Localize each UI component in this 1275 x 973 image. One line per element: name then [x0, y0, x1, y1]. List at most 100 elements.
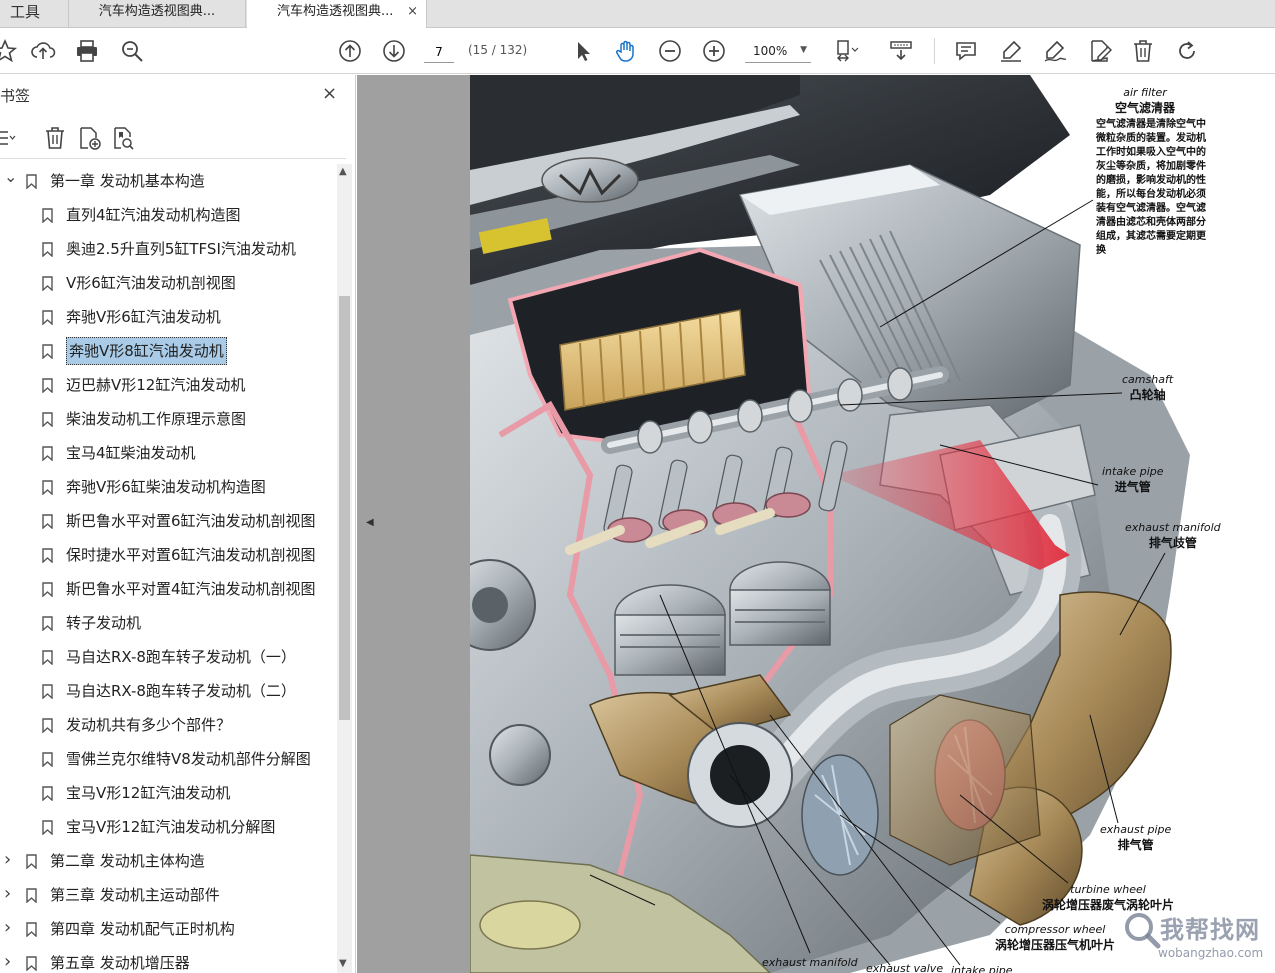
bookmark-item[interactable]: 宝马V形12缸汽油发动机分解图	[0, 812, 334, 842]
bookmark-options-icon[interactable]	[0, 125, 16, 151]
bookmark-chapter[interactable]: › 第二章 发动机主体构造	[0, 846, 334, 876]
upload-icon[interactable]	[30, 38, 56, 64]
annotation-exhaust-pipe: exhaust pipe 排气管	[1100, 823, 1171, 853]
tab-document-1[interactable]: 汽车构造透视图典...	[68, 0, 246, 28]
bookmark-label: 奔驰V形6缸柴油发动机构造图	[66, 478, 266, 496]
comment-icon[interactable]	[953, 38, 979, 64]
bookmark-chapter[interactable]: › 第三章 发动机主运动部件	[0, 880, 334, 910]
scroll-up-arrow-icon[interactable]: ▲	[339, 166, 347, 177]
tab-document-2-active[interactable]: 汽车构造透视图典... ×	[247, 0, 427, 29]
air-filter-description: 空气滤清器是清除空气中微粒杂质的装置。发动机工作时如果吸入空气中的灰尘等杂质，将…	[1096, 119, 1206, 256]
page-down-icon[interactable]	[381, 38, 407, 64]
bookmark-item[interactable]: 斯巴鲁水平对置6缸汽油发动机剖视图	[0, 506, 334, 536]
pdf-page: air filter 空气滤清器 空气滤清器是清除空气中微粒杂质的装置。发动机工…	[470, 75, 1275, 973]
document-viewport[interactable]: ◀ air filter 空气滤清器 空气滤清器是清除空气中微粒杂质的装置。发动…	[357, 75, 1275, 973]
bookmark-item[interactable]: 迈巴赫V形12缸汽油发动机	[0, 370, 334, 400]
annotation-exhaust-manifold-zh: 排气歧管	[1148, 536, 1197, 550]
bookmark-item[interactable]: 马自达RX-8跑车转子发动机（二）	[0, 676, 334, 706]
bookmark-item[interactable]: V形6缸汽油发动机剖视图	[0, 268, 334, 298]
bookmark-label: 奔驰V形6缸汽油发动机	[66, 308, 221, 326]
zoom-in-icon[interactable]	[701, 38, 727, 64]
bookmark-ribbon-icon	[26, 888, 37, 903]
panel-close-icon[interactable]: ×	[322, 83, 337, 104]
bookmark-item[interactable]: 奔驰V形6缸柴油发动机构造图	[0, 472, 334, 502]
rotate-icon[interactable]	[1174, 38, 1200, 64]
bookmark-item[interactable]: 奔驰V形8缸汽油发动机	[0, 336, 334, 366]
bookmark-ribbon-icon	[42, 378, 53, 393]
bookmark-item[interactable]: 宝马4缸柴油发动机	[0, 438, 334, 468]
select-arrow-icon[interactable]	[570, 38, 596, 64]
bookmark-label: 奔驰V形8缸汽油发动机	[66, 337, 227, 365]
zoom-select[interactable]: 100% ▼	[745, 41, 811, 63]
annotation-intake-pipe-bottom: intake pipe	[951, 964, 1013, 973]
bookmark-ribbon-icon	[42, 310, 53, 325]
scroll-down-arrow-icon[interactable]: ▼	[339, 958, 347, 969]
bookmark-item[interactable]: 发动机共有多少个部件？	[0, 710, 334, 740]
bookmark-ribbon-icon	[42, 242, 53, 257]
bookmark-item[interactable]: 宝马V形12缸汽油发动机	[0, 778, 334, 808]
delete-icon[interactable]	[1130, 38, 1156, 64]
page-up-icon[interactable]	[337, 38, 363, 64]
print-icon[interactable]	[74, 38, 100, 64]
bookmark-item[interactable]: 奥迪2.5升直列5缸TFSI汽油发动机	[0, 234, 334, 264]
tab-tools[interactable]: 工具	[0, 0, 66, 28]
bookmark-item[interactable]: 直列4缸汽油发动机构造图	[0, 200, 334, 230]
bookmark-ribbon-icon	[42, 786, 53, 801]
bookmark-ribbon-icon	[42, 684, 53, 699]
bookmark-item[interactable]: 马自达RX-8跑车转子发动机（一）	[0, 642, 334, 672]
bookmark-label: 迈巴赫V形12缸汽油发动机	[66, 376, 246, 394]
annotation-compressor-wheel: compressor wheel 涡轮增压器压气机叶片	[995, 923, 1115, 953]
scroll-mode-icon[interactable]	[888, 38, 914, 64]
annotation-exhaust-valve-en: exhaust valve	[866, 962, 944, 973]
page-fit-icon[interactable]	[833, 38, 859, 64]
tab-bar: 工具 汽车构造透视图典... 汽车构造透视图典... ×	[0, 0, 1275, 29]
bookmark-search-icon[interactable]	[110, 125, 136, 151]
bookmark-label: 宝马4缸柴油发动机	[66, 444, 196, 462]
edit-icon[interactable]	[1086, 38, 1113, 64]
chevron-right-icon[interactable]: ›	[4, 845, 16, 875]
zoom-out-icon[interactable]	[657, 38, 683, 64]
bookmark-chapter[interactable]: › 第四章 发动机配气正时机构	[0, 914, 334, 944]
bookmark-label: 保时捷水平对置6缸汽油发动机剖视图	[66, 546, 316, 564]
scrollbar-thumb[interactable]	[339, 296, 350, 720]
annotation-exhaust-pipe-zh: 排气管	[1117, 838, 1154, 852]
toolbar-separator	[934, 38, 935, 64]
sign-icon[interactable]	[1042, 38, 1068, 64]
bookmark-item[interactable]: 转子发动机	[0, 608, 334, 638]
tab-close-icon[interactable]: ×	[407, 0, 418, 24]
bookmark-ribbon-icon	[26, 174, 37, 189]
bookmark-item[interactable]: 雪佛兰克尔维特V8发动机部件分解图	[0, 744, 334, 774]
bookmark-ribbon-icon	[26, 922, 37, 937]
bookmark-chapter[interactable]: ⌄ 第一章 发动机基本构造	[0, 166, 334, 196]
annotation-exhaust-valve: exhaust valve	[866, 962, 943, 973]
bookmark-ribbon-icon	[26, 956, 37, 971]
hand-icon[interactable]	[613, 38, 639, 64]
bookmark-ribbon-icon	[42, 514, 53, 529]
bookmark-item[interactable]: 保时捷水平对置6缸汽油发动机剖视图	[0, 540, 334, 570]
delete-bookmark-icon[interactable]	[42, 125, 68, 151]
bookmark-ribbon-icon	[42, 582, 53, 597]
bookmark-scrollbar[interactable]: ▲ ▼	[337, 164, 352, 973]
bookmark-item[interactable]: 奔驰V形6缸汽油发动机	[0, 302, 334, 332]
chevron-right-icon[interactable]: ›	[4, 879, 16, 909]
bookmark-label: 第一章 发动机基本构造	[50, 172, 205, 190]
zoom-search-icon[interactable]	[119, 38, 145, 64]
bookmark-item[interactable]: 斯巴鲁水平对置4缸汽油发动机剖视图	[0, 574, 334, 604]
chevron-down-icon[interactable]: ⌄	[4, 164, 17, 192]
page-number-input[interactable]	[424, 41, 454, 63]
annotation-camshaft: camshaft 凸轮轴	[1122, 373, 1173, 403]
highlight-icon[interactable]	[998, 38, 1024, 64]
watermark-url: wobangzhao.com	[1158, 946, 1264, 960]
bookmark-ribbon-icon	[42, 616, 53, 631]
collapse-panel-icon[interactable]: ◀	[366, 517, 374, 528]
annotation-air-filter: air filter 空气滤清器	[1115, 86, 1175, 116]
star-icon[interactable]	[0, 38, 18, 64]
chevron-right-icon[interactable]: ›	[4, 947, 16, 973]
annotation-compressor-wheel-en: compressor wheel	[1004, 923, 1106, 936]
bookmark-chapter[interactable]: › 第五章 发动机增压器	[0, 948, 334, 973]
zoom-value: 100%	[753, 44, 788, 58]
chevron-right-icon[interactable]: ›	[4, 913, 16, 943]
bookmark-item[interactable]: 柴油发动机工作原理示意图	[0, 404, 334, 434]
bookmark-label: V形6缸汽油发动机剖视图	[66, 274, 236, 292]
new-bookmark-icon[interactable]	[76, 125, 102, 151]
